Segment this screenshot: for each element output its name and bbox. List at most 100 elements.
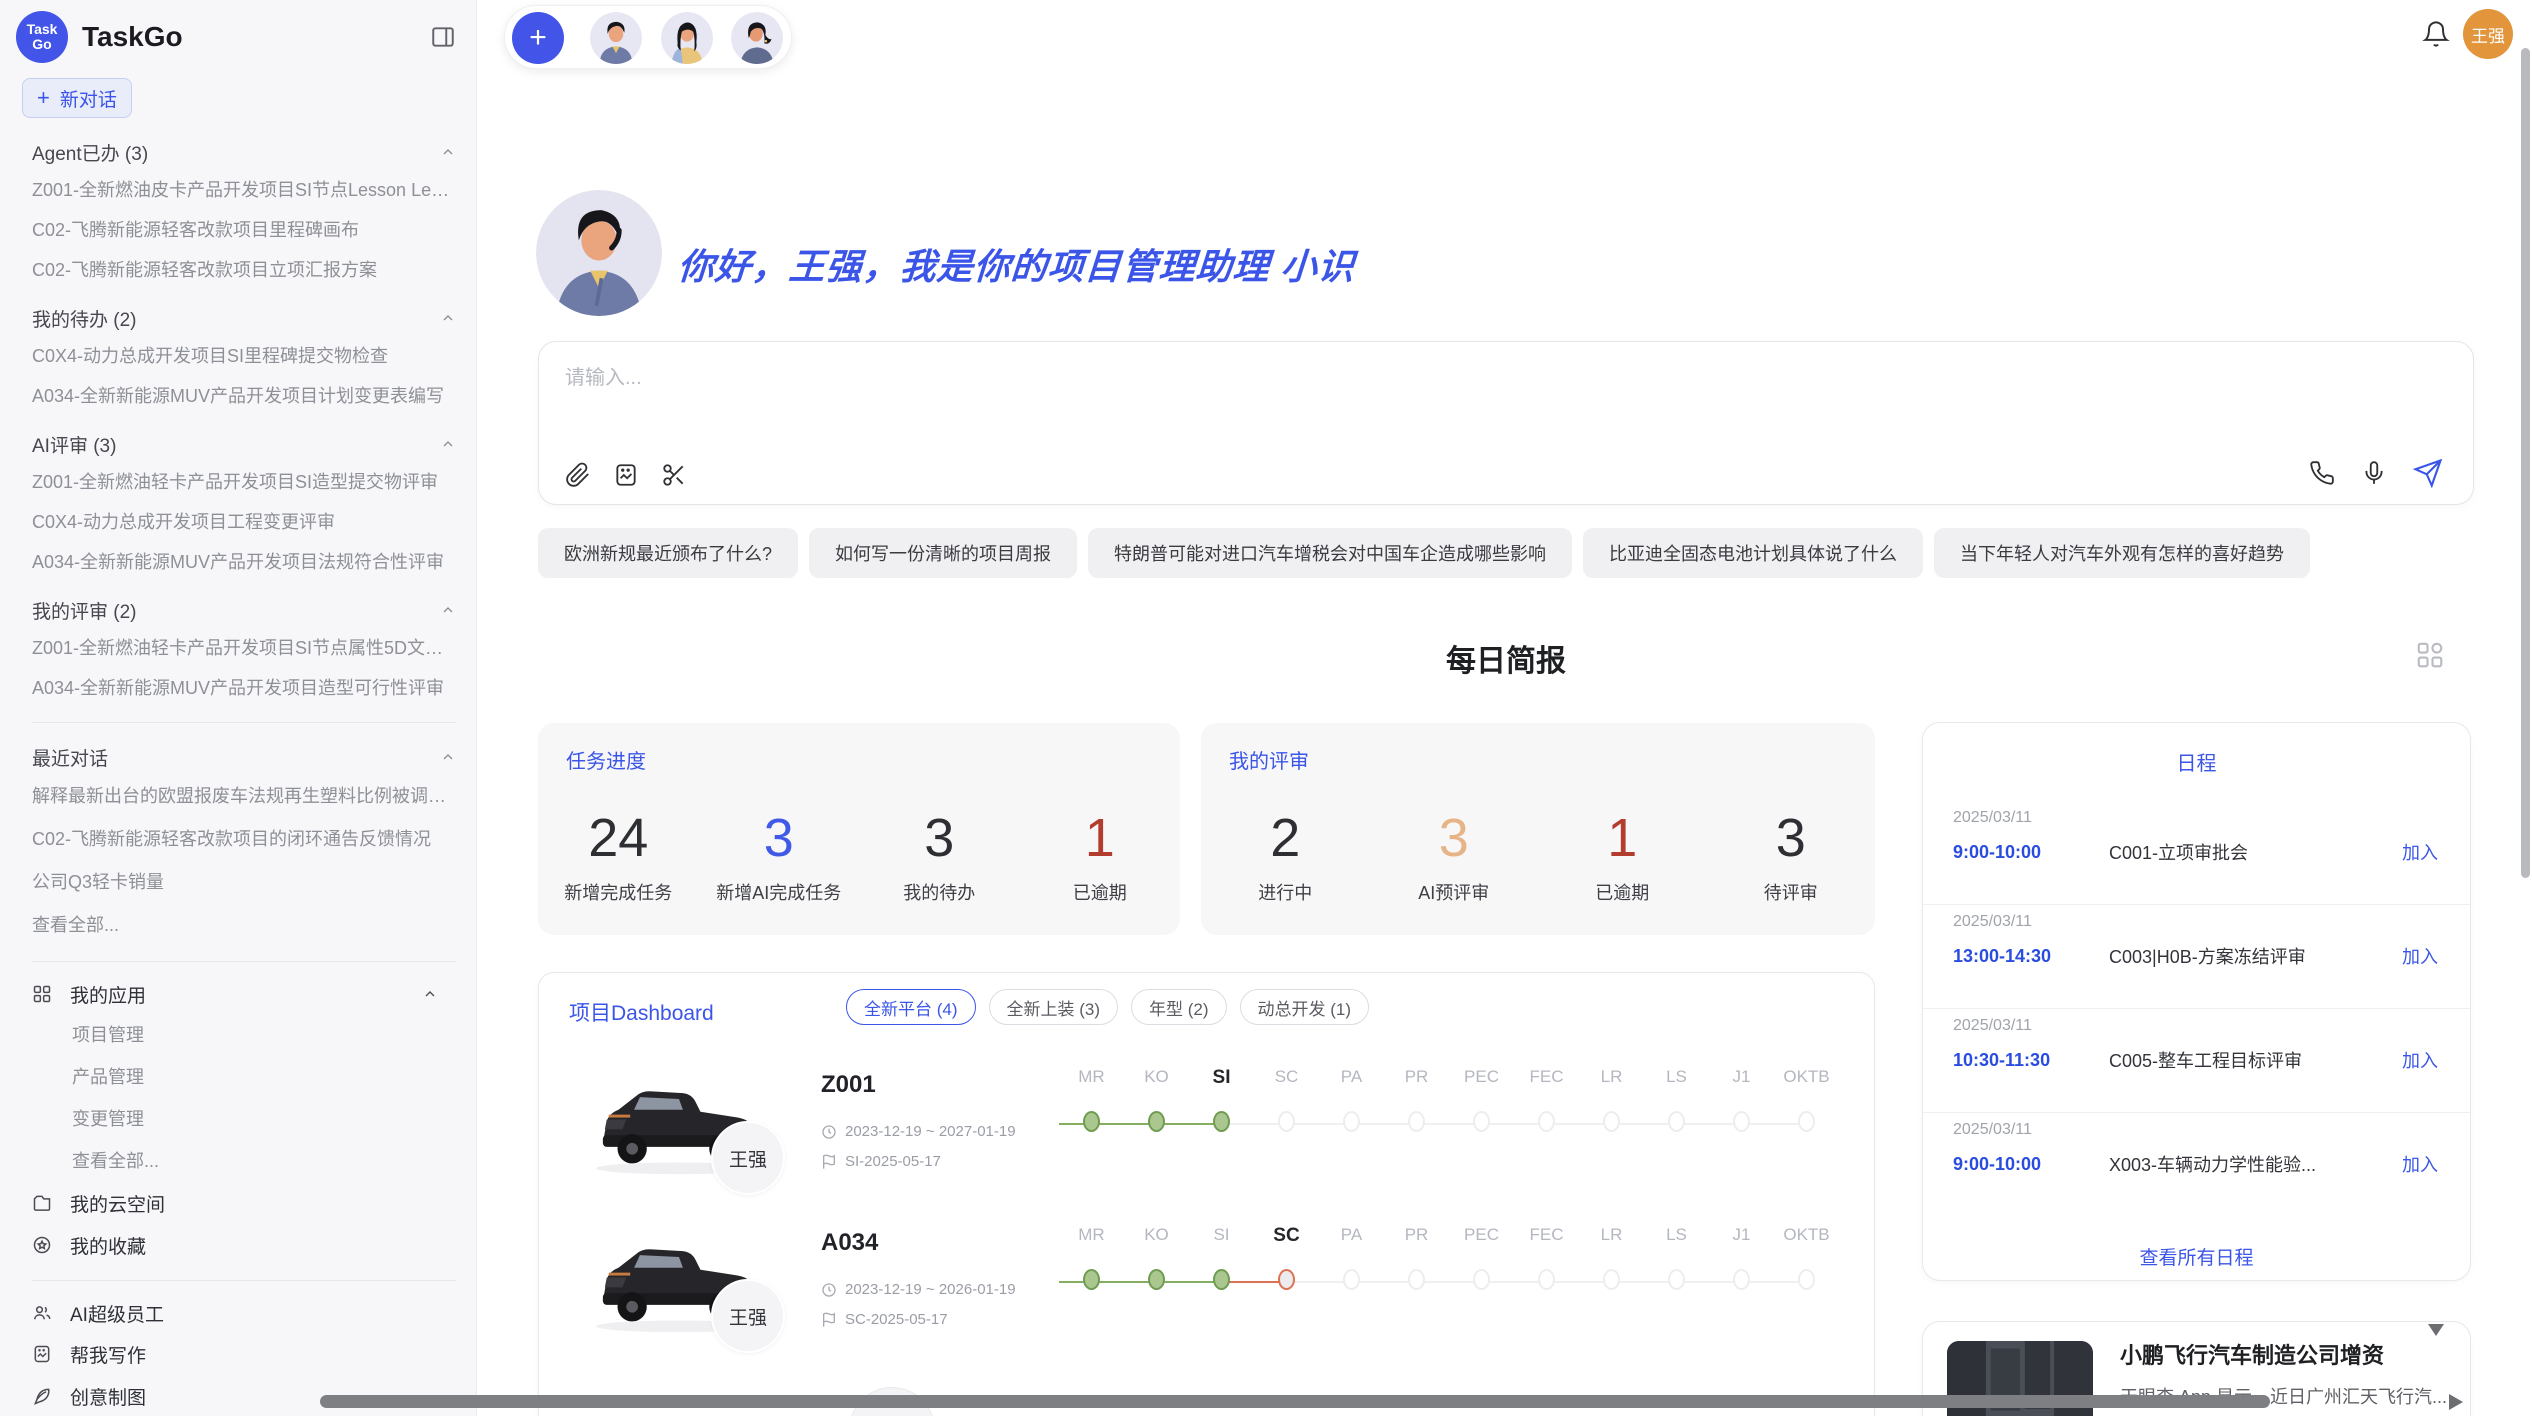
stat-value: 2	[1270, 811, 1300, 865]
suggestion-chip[interactable]: 当下年轻人对汽车外观有怎样的喜好趋势	[1934, 528, 2310, 578]
schedule-time: 13:00-14:30	[1953, 946, 2109, 967]
vertical-scrollbar[interactable]	[2521, 48, 2530, 878]
view-all-schedule-link[interactable]: 查看所有日程	[1923, 1243, 2470, 1270]
microphone-icon[interactable]	[2361, 460, 2387, 486]
image-icon[interactable]	[613, 462, 639, 488]
horizontal-scrollbar[interactable]	[320, 1395, 2270, 1408]
milestone-dot-done	[1083, 1269, 1100, 1290]
stat-value: 3	[924, 811, 954, 865]
suggestion-chip[interactable]: 特朗普可能对进口汽车增税会对中国车企造成哪些影响	[1088, 528, 1572, 578]
message-input[interactable]	[565, 360, 2165, 396]
milestone-dot	[1798, 1269, 1815, 1290]
milestone-label: PA	[1319, 1225, 1384, 1247]
list-item[interactable]: C02-飞腾新能源轻客改款项目里程碑画布	[32, 210, 456, 250]
scissors-icon[interactable]	[661, 462, 687, 488]
tab-new-platform[interactable]: 全新平台 (4)	[846, 989, 976, 1025]
list-item[interactable]: Z001-全新燃油轻卡产品开发项目SI节点属性5D文件评审	[32, 628, 456, 668]
sidebar-item-favorites[interactable]: 我的收藏	[32, 1224, 456, 1266]
list-item[interactable]: A034-全新新能源MUV产品开发项目计划变更表编写	[32, 376, 456, 416]
suggestion-chip[interactable]: 如何写一份清晰的项目周报	[809, 528, 1077, 578]
list-item[interactable]: C0X4-动力总成开发项目SI里程碑提交物检查	[32, 336, 456, 376]
chevron-up-icon[interactable]	[422, 986, 438, 1002]
task-progress-card: 任务进度 24 新增完成任务 3 新增AI完成任务 3 我的待办 1 已逾期	[538, 723, 1180, 935]
list-item[interactable]: C0X4-动力总成开发项目工程变更评审	[32, 502, 456, 542]
section-ai-review[interactable]: AI评审 (3)	[32, 426, 456, 462]
sidebar-item-write-helper[interactable]: 帮我写作	[32, 1333, 456, 1375]
tab-new-body[interactable]: 全新上装 (3)	[989, 989, 1119, 1025]
suggestion-chip[interactable]: 欧洲新规最近颁布了什么?	[538, 528, 798, 578]
join-link[interactable]: 加入	[2402, 943, 2438, 969]
join-link[interactable]: 加入	[2402, 1047, 2438, 1073]
chevron-up-icon[interactable]	[440, 310, 456, 326]
list-item[interactable]: A034-全新新能源MUV产品开发项目法规符合性评审	[32, 542, 456, 582]
milestone-label: LR	[1579, 1225, 1644, 1247]
join-link[interactable]: 加入	[2402, 1151, 2438, 1177]
tab-model-year[interactable]: 年型 (2)	[1131, 989, 1227, 1025]
new-chat-button[interactable]: + 新对话	[22, 78, 132, 118]
milestone-dot	[1538, 1111, 1555, 1132]
chevron-up-icon[interactable]	[440, 749, 456, 765]
project-row-a034[interactable]: 王强 A034 2023-12-19 ~ 2026-01-19 SC-2025-…	[539, 1201, 1874, 1371]
attachment-icon[interactable]	[565, 462, 591, 488]
suggestion-chip[interactable]: 比亚迪全固态电池计划具体说了什么	[1583, 528, 1923, 578]
avatar[interactable]	[731, 12, 783, 64]
recent-chat-item[interactable]: 解释最新出台的欧盟报废车法规再生塑料比例被调至15%...	[32, 775, 456, 818]
tab-powertrain[interactable]: 动总开发 (1)	[1240, 989, 1370, 1025]
schedule-time: 10:30-11:30	[1953, 1050, 2109, 1071]
flag-icon	[821, 1154, 837, 1170]
stat-value: 24	[588, 811, 648, 865]
avatar[interactable]	[590, 12, 642, 64]
view-all-chats-link[interactable]: 查看全部...	[32, 904, 456, 947]
milestone-dot	[1408, 1111, 1425, 1132]
milestone-timeline: MR KO SI SC PA PR PEC FEC LR LS J1 OKTB	[1059, 1225, 1839, 1295]
section-my-todo[interactable]: 我的待办 (2)	[32, 300, 456, 336]
add-session-button[interactable]: +	[512, 12, 564, 64]
project-row-z001[interactable]: 王强 Z001 2023-12-19 ~ 2027-01-19 SI-2025-…	[539, 1043, 1874, 1213]
sidebar-item-cloud-space[interactable]: 我的云空间	[32, 1182, 456, 1224]
avatar[interactable]	[661, 12, 713, 64]
collapse-sidebar-icon[interactable]	[430, 24, 456, 50]
milestone-dot	[1278, 1111, 1295, 1132]
flag-icon	[821, 1312, 837, 1328]
stat-pending-review: 3 待评审	[1707, 781, 1876, 935]
milestone-dot	[1733, 1269, 1750, 1290]
section-agent-done[interactable]: Agent已办 (3)	[32, 134, 456, 170]
section-recent-chats[interactable]: 最近对话	[32, 739, 456, 775]
sidebar-item-my-apps[interactable]: 我的应用	[32, 974, 456, 1014]
list-item[interactable]: Z001-全新燃油轻卡产品开发项目SI造型提交物评审	[32, 462, 456, 502]
phone-icon[interactable]	[2309, 460, 2335, 486]
stat-label: 新增AI完成任务	[716, 879, 841, 905]
app-title: TaskGo	[82, 21, 430, 53]
divider	[32, 722, 456, 723]
view-all-apps-link[interactable]: 查看全部...	[32, 1140, 456, 1182]
list-item[interactable]: C02-飞腾新能源轻客改款项目立项汇报方案	[32, 250, 456, 290]
milestone-label: J1	[1709, 1225, 1774, 1247]
milestone-dot	[1343, 1111, 1360, 1132]
scroll-right-arrow-icon[interactable]	[2449, 1394, 2463, 1410]
join-link[interactable]: 加入	[2402, 839, 2438, 865]
app-item-change-mgmt[interactable]: 变更管理	[32, 1098, 456, 1140]
chevron-up-icon[interactable]	[440, 436, 456, 452]
milestone-dot	[1473, 1269, 1490, 1290]
list-item[interactable]: A034-全新新能源MUV产品开发项目造型可行性评审	[32, 668, 456, 708]
app-item-project-mgmt[interactable]: 项目管理	[32, 1014, 456, 1056]
schedule-event-title: C005-整车工程目标评审	[2109, 1047, 2402, 1073]
send-icon[interactable]	[2413, 458, 2443, 488]
schedule-event-title: X003-车辆动力学性能验...	[2109, 1151, 2402, 1177]
schedule-title: 日程	[1923, 747, 2470, 776]
recent-chat-item[interactable]: C02-飞腾新能源轻客改款项目的闭环通告反馈情况	[32, 818, 456, 861]
notification-bell-icon[interactable]	[2422, 20, 2452, 50]
recent-chat-item[interactable]: 公司Q3轻卡销量	[32, 861, 456, 904]
app-item-product-mgmt[interactable]: 产品管理	[32, 1056, 456, 1098]
scroll-down-arrow-icon[interactable]	[2428, 1324, 2444, 1336]
star-circle-icon	[32, 1235, 52, 1255]
section-my-review[interactable]: 我的评审 (2)	[32, 592, 456, 628]
project-owner-avatar: 王强	[711, 1121, 785, 1195]
list-item[interactable]: Z001-全新燃油皮卡产品开发项目SI节点Lesson Learn报告	[32, 170, 456, 210]
user-avatar[interactable]: 王强	[2463, 9, 2513, 59]
milestone-label: FEC	[1514, 1225, 1579, 1247]
chevron-up-icon[interactable]	[440, 602, 456, 618]
sidebar-item-ai-staff[interactable]: AI超级员工	[32, 1293, 456, 1333]
layout-grid-icon[interactable]	[2415, 640, 2445, 670]
chevron-up-icon[interactable]	[440, 144, 456, 160]
